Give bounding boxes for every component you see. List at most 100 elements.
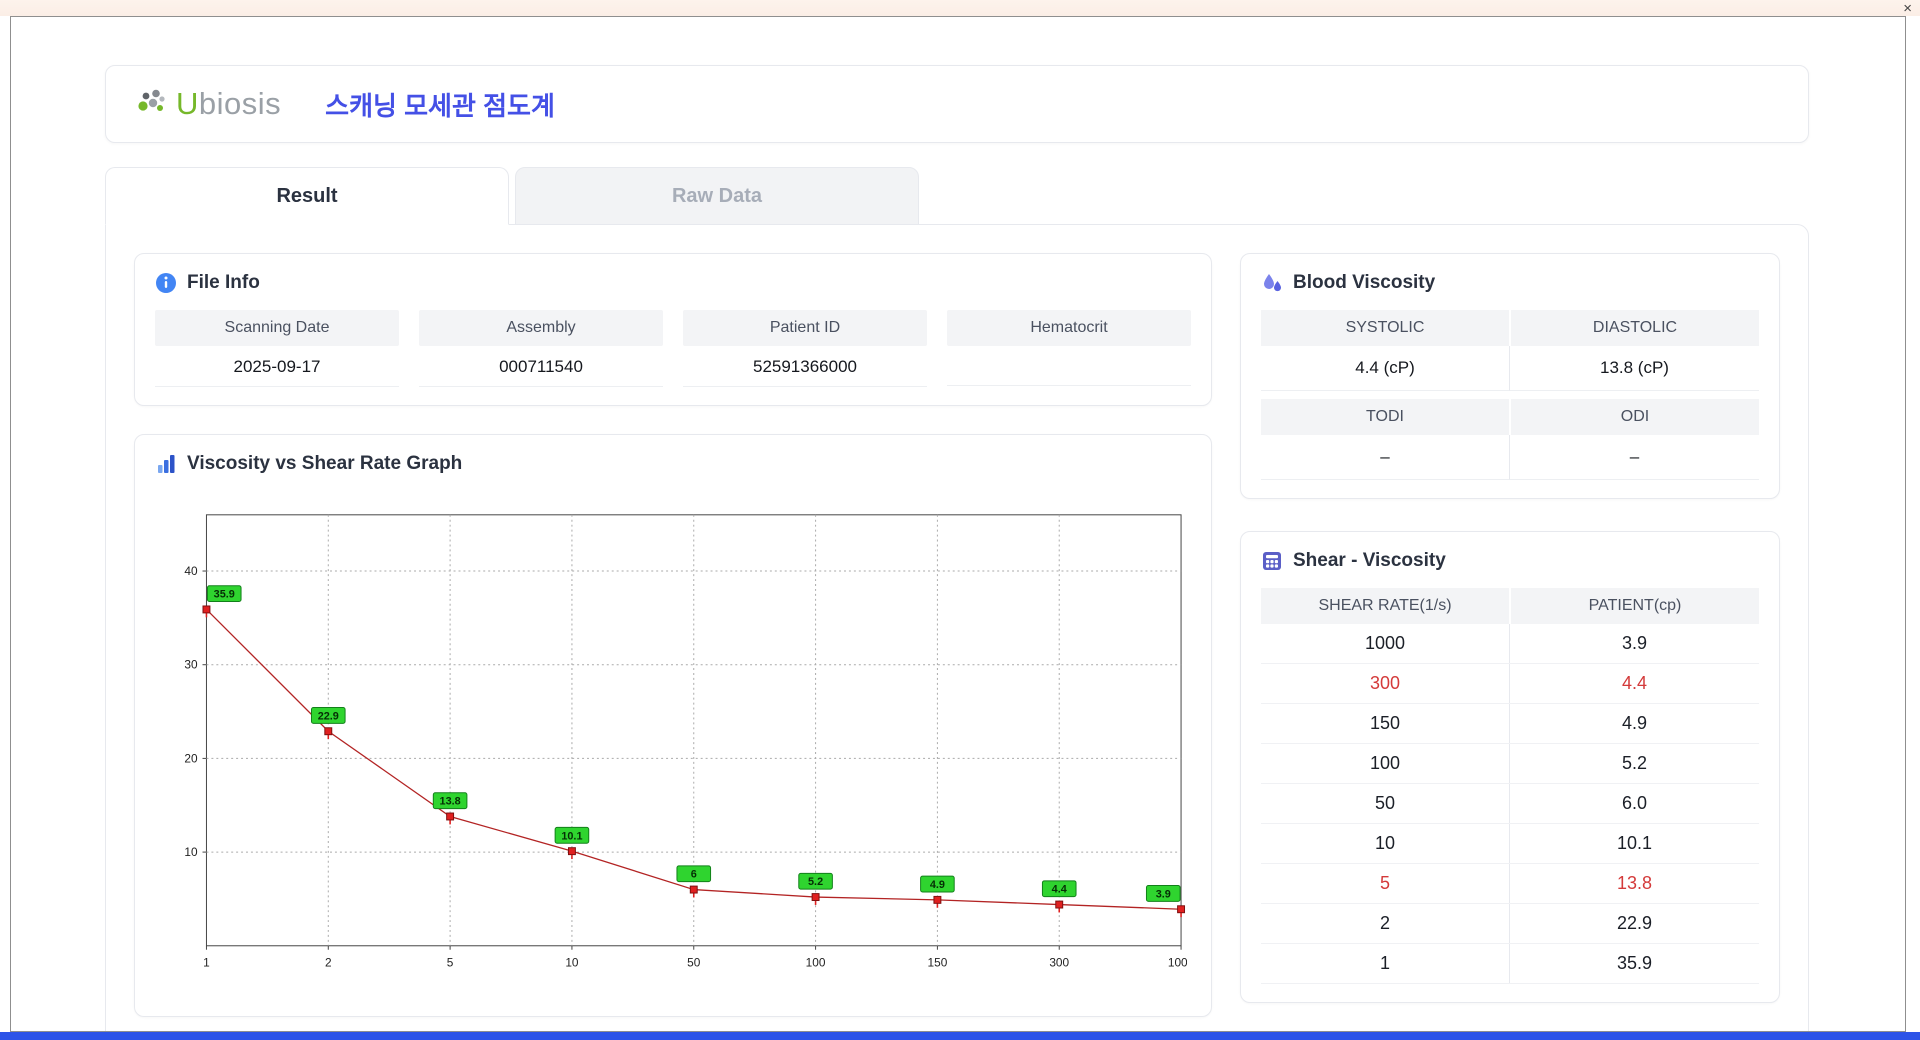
blood-viscosity-header-row: TODIODI bbox=[1261, 399, 1759, 435]
shear-rate-cell: 50 bbox=[1261, 784, 1510, 823]
file-info-field-label: Patient ID bbox=[683, 310, 927, 346]
bar-chart-icon bbox=[155, 453, 177, 475]
blood-viscosity-header-cell: ODI bbox=[1511, 399, 1759, 435]
svg-text:5.2: 5.2 bbox=[808, 876, 823, 888]
svg-text:30: 30 bbox=[184, 658, 198, 672]
shear-row: 50 6.0 bbox=[1261, 784, 1759, 824]
app-window: Ubiosis 스캐닝 모세관 점도계 Result Raw Data bbox=[10, 16, 1906, 1032]
shear-row: 1000 3.9 bbox=[1261, 624, 1759, 664]
svg-text:4.9: 4.9 bbox=[930, 879, 945, 891]
logo-letter-u: U bbox=[176, 86, 199, 121]
file-info-field-value: 52591366000 bbox=[683, 346, 927, 387]
blood-viscosity-header-cell: SYSTOLIC bbox=[1261, 310, 1509, 346]
bottom-accent-bar bbox=[0, 1032, 1920, 1040]
patient-cp-cell: 13.8 bbox=[1510, 873, 1759, 894]
blood-viscosity-header-cell: TODI bbox=[1261, 399, 1509, 435]
graph-card: Viscosity vs Shear Rate Graph 10 20 30 40 1 2… bbox=[134, 434, 1212, 1017]
shear-rate-cell: 300 bbox=[1261, 664, 1510, 703]
info-icon bbox=[155, 272, 177, 294]
table-icon bbox=[1261, 550, 1283, 572]
file-info-field-label: Scanning Date bbox=[155, 310, 399, 346]
file-info-field: Patient ID 52591366000 bbox=[683, 310, 927, 387]
shear-table-header: SHEAR RATE(1/s) PATIENT(cp) bbox=[1261, 588, 1759, 624]
svg-text:300: 300 bbox=[1049, 956, 1069, 970]
svg-text:40: 40 bbox=[184, 564, 198, 578]
shear-row: 10 10.1 bbox=[1261, 824, 1759, 864]
ubiosis-logo: Ubiosis bbox=[136, 86, 281, 122]
file-info-field: Assembly 000711540 bbox=[419, 310, 663, 387]
patient-cp-cell: 35.9 bbox=[1510, 953, 1759, 974]
patient-cp-cell: 4.9 bbox=[1510, 713, 1759, 734]
shear-rate-cell: 5 bbox=[1261, 864, 1510, 903]
app-title: 스캐닝 모세관 점도계 bbox=[325, 86, 555, 123]
file-info-field-value bbox=[947, 346, 1191, 386]
blood-viscosity-title: Blood Viscosity bbox=[1293, 272, 1435, 294]
patient-cp-column-header: PATIENT(cp) bbox=[1511, 588, 1759, 624]
shear-rate-cell: 100 bbox=[1261, 744, 1510, 783]
ubiosis-logo-icon bbox=[136, 89, 170, 119]
blood-viscosity-value-cell: 4.4 (cP) bbox=[1261, 346, 1510, 391]
svg-text:20: 20 bbox=[184, 751, 198, 765]
tab-result[interactable]: Result bbox=[105, 167, 509, 225]
shear-rate-column-header: SHEAR RATE(1/s) bbox=[1261, 588, 1509, 624]
patient-cp-cell: 4.4 bbox=[1510, 673, 1759, 694]
svg-text:2: 2 bbox=[325, 956, 332, 970]
shear-viscosity-title: Shear - Viscosity bbox=[1293, 550, 1446, 572]
svg-text:150: 150 bbox=[928, 956, 948, 970]
svg-text:10: 10 bbox=[184, 845, 198, 859]
shear-rate-cell: 150 bbox=[1261, 704, 1510, 743]
svg-text:4.4: 4.4 bbox=[1052, 884, 1067, 896]
app-header: Ubiosis 스캐닝 모세관 점도계 bbox=[105, 65, 1809, 143]
window-titlebar bbox=[0, 0, 1920, 16]
svg-text:5: 5 bbox=[447, 956, 454, 970]
blood-viscosity-value-cell: 13.8 (cP) bbox=[1510, 346, 1759, 391]
svg-text:6: 6 bbox=[691, 869, 697, 881]
blood-viscosity-header-row: SYSTOLICDIASTOLIC bbox=[1261, 310, 1759, 346]
shear-row: 1 35.9 bbox=[1261, 944, 1759, 984]
logo-letters-rest: biosis bbox=[199, 86, 281, 121]
shear-rate-cell: 10 bbox=[1261, 824, 1510, 863]
svg-text:50: 50 bbox=[687, 956, 701, 970]
shear-rate-cell: 1000 bbox=[1261, 624, 1510, 663]
file-info-field-label: Assembly bbox=[419, 310, 663, 346]
blood-viscosity-value-cell: – bbox=[1510, 435, 1759, 480]
svg-text:3.9: 3.9 bbox=[1156, 888, 1171, 900]
file-info-field-value: 2025-09-17 bbox=[155, 346, 399, 387]
svg-text:10: 10 bbox=[565, 956, 579, 970]
left-column: File Info Scanning Date 2025-09-17 Assem… bbox=[134, 253, 1212, 1017]
chart-container: 102030401251050100150300100035.922.913.8… bbox=[155, 491, 1191, 998]
logo-text: Ubiosis bbox=[176, 86, 281, 122]
svg-text:100: 100 bbox=[806, 956, 826, 970]
shear-row: 100 5.2 bbox=[1261, 744, 1759, 784]
svg-text:13.8: 13.8 bbox=[440, 796, 461, 808]
blood-viscosity-value-row: –– bbox=[1261, 435, 1759, 480]
file-info-card: File Info Scanning Date 2025-09-17 Assem… bbox=[134, 253, 1212, 406]
patient-cp-cell: 6.0 bbox=[1510, 793, 1759, 814]
shear-row: 300 4.4 bbox=[1261, 664, 1759, 704]
window-close-button[interactable]: × bbox=[1903, 1, 1912, 16]
blood-viscosity-header-cell: DIASTOLIC bbox=[1511, 310, 1759, 346]
shear-table-body: 1000 3.9 300 4.4 150 4.9 100 5.2 50 6.0 … bbox=[1261, 624, 1759, 984]
svg-text:10.1: 10.1 bbox=[561, 830, 582, 842]
shear-row: 5 13.8 bbox=[1261, 864, 1759, 904]
patient-cp-cell: 22.9 bbox=[1510, 913, 1759, 934]
right-column: Blood Viscosity SYSTOLICDIASTOLIC 4.4 (c… bbox=[1240, 253, 1780, 1017]
blood-viscosity-value-cell: – bbox=[1261, 435, 1510, 480]
file-info-field: Hematocrit bbox=[947, 310, 1191, 387]
blood-viscosity-value-row: 4.4 (cP)13.8 (cP) bbox=[1261, 346, 1759, 391]
tab-raw-data[interactable]: Raw Data bbox=[515, 167, 919, 225]
patient-cp-cell: 10.1 bbox=[1510, 833, 1759, 854]
blood-viscosity-card: Blood Viscosity SYSTOLICDIASTOLIC 4.4 (c… bbox=[1240, 253, 1780, 499]
file-info-title: File Info bbox=[187, 272, 260, 294]
file-info-field: Scanning Date 2025-09-17 bbox=[155, 310, 399, 387]
shear-rate-cell: 2 bbox=[1261, 904, 1510, 943]
blood-viscosity-table: SYSTOLICDIASTOLIC 4.4 (cP)13.8 (cP)TODIO… bbox=[1261, 310, 1759, 480]
graph-title: Viscosity vs Shear Rate Graph bbox=[187, 453, 462, 475]
svg-text:22.9: 22.9 bbox=[318, 710, 339, 722]
shear-rate-cell: 1 bbox=[1261, 944, 1510, 983]
result-panel: File Info Scanning Date 2025-09-17 Assem… bbox=[105, 224, 1809, 1032]
patient-cp-cell: 5.2 bbox=[1510, 753, 1759, 774]
shear-row: 2 22.9 bbox=[1261, 904, 1759, 944]
svg-text:1: 1 bbox=[203, 956, 210, 970]
tab-bar: Result Raw Data bbox=[105, 167, 1809, 224]
